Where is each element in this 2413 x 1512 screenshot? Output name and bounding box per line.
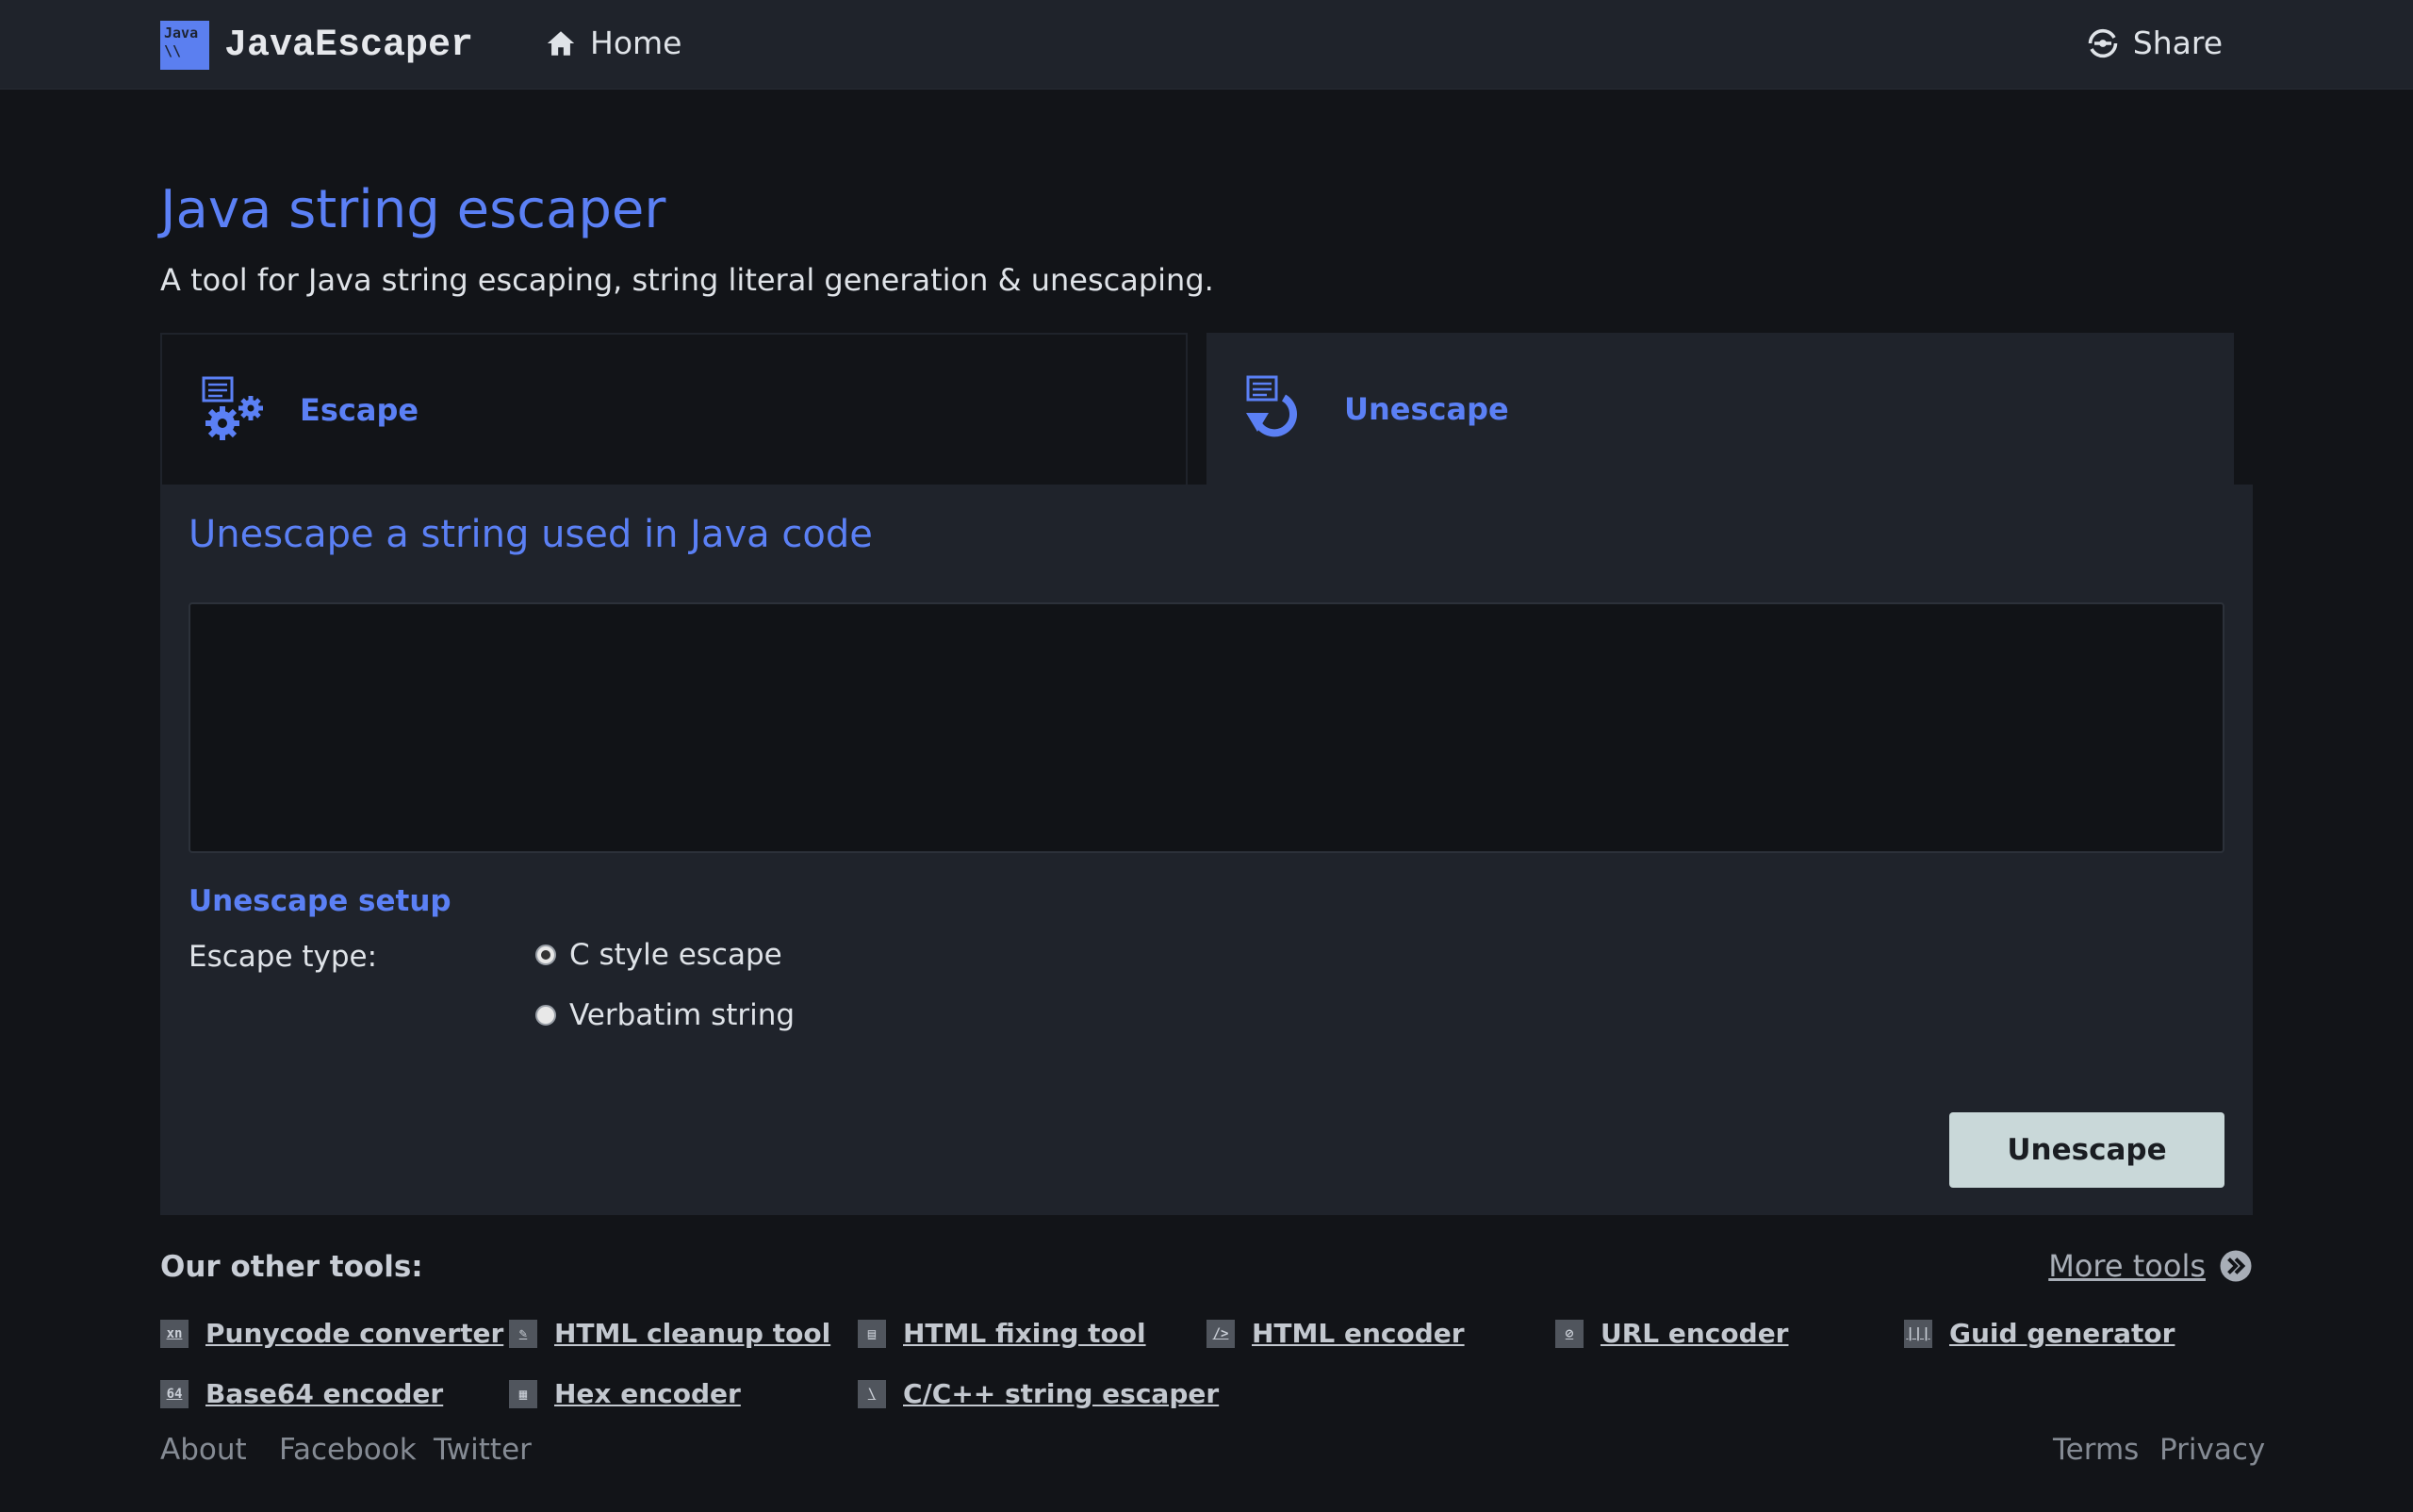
setup-heading: Unescape setup: [189, 884, 451, 918]
hex-encoder-icon: ▦: [509, 1379, 537, 1408]
tool-link-guid-generator[interactable]: ||| Guid generator: [1904, 1318, 2175, 1349]
tool-link-c-string-escaper[interactable]: \ C/C++ string escaper: [858, 1378, 1219, 1409]
double-chevron-right-icon: [2220, 1250, 2252, 1282]
html-encoder-icon: />: [1206, 1319, 1235, 1348]
url-encoder-icon: ⊘: [1555, 1319, 1584, 1348]
gears-document-icon: [202, 376, 263, 440]
footer-terms-link[interactable]: Terms: [2053, 1433, 2139, 1467]
tool-label: Punycode converter: [205, 1318, 504, 1349]
footer-privacy-link[interactable]: Privacy: [2159, 1433, 2265, 1467]
tab-unescape[interactable]: Unescape: [1206, 333, 2234, 485]
footer-about-link[interactable]: About: [160, 1433, 247, 1467]
brand-link[interactable]: Java \\ JavaEscaper: [160, 21, 473, 70]
tool-link-html-cleanup[interactable]: ✎ HTML cleanup tool: [509, 1318, 830, 1349]
more-tools-label: More tools: [2048, 1248, 2206, 1284]
tool-label: Guid generator: [1949, 1318, 2175, 1349]
nav-home-link[interactable]: Home: [545, 25, 681, 61]
home-icon: [547, 30, 575, 56]
share-button[interactable]: Share: [2086, 25, 2223, 61]
page-title: Java string escaper: [160, 179, 666, 240]
tab-escape[interactable]: Escape: [160, 333, 1188, 485]
tool-link-punycode[interactable]: xn Punycode converter: [160, 1318, 503, 1349]
brand-logo: Java \\: [160, 21, 209, 70]
tool-link-hex-encoder[interactable]: ▦ Hex encoder: [509, 1378, 741, 1409]
brand-name: JavaEscaper: [224, 24, 474, 67]
html-cleanup-icon: ✎: [509, 1319, 537, 1348]
html-fixing-icon: ▤: [858, 1319, 886, 1348]
share-icon: [2088, 28, 2118, 58]
barcode-icon: |||: [1904, 1319, 1932, 1348]
tool-link-html-fixing[interactable]: ▤ HTML fixing tool: [858, 1318, 1146, 1349]
tool-label: Hex encoder: [554, 1378, 741, 1409]
tool-label: HTML fixing tool: [903, 1318, 1146, 1349]
panel-heading: Unescape a string used in Java code: [189, 513, 873, 556]
tool-label: C/C++ string escaper: [903, 1378, 1220, 1409]
punycode-icon: xn: [160, 1319, 189, 1348]
footer-facebook-link[interactable]: Facebook: [279, 1433, 417, 1467]
tab-escape-label: Escape: [300, 391, 419, 428]
radio-button[interactable]: [535, 1005, 556, 1026]
page-subtitle: A tool for Java string escaping, string …: [160, 262, 1214, 298]
radio-button-checked[interactable]: [535, 945, 556, 965]
tool-link-html-encoder[interactable]: /> HTML encoder: [1206, 1318, 1465, 1349]
radio-c-style-escape[interactable]: C style escape: [535, 938, 782, 972]
document-undo-icon: [1246, 375, 1298, 436]
more-tools-link[interactable]: More tools: [2048, 1248, 2253, 1284]
tool-link-base64[interactable]: 64 Base64 encoder: [160, 1378, 443, 1409]
nav-home-label: Home: [590, 25, 682, 61]
radio-c-style-label: C style escape: [569, 938, 782, 972]
other-tools-title: Our other tools:: [160, 1250, 423, 1284]
unescape-panel: Unescape a string used in Java code Unes…: [160, 485, 2253, 1215]
logo-text-line1: Java: [164, 25, 199, 41]
radio-verbatim-string[interactable]: Verbatim string: [535, 998, 795, 1032]
input-textarea[interactable]: [189, 602, 2224, 853]
escape-type-label: Escape type:: [189, 940, 378, 974]
radio-verbatim-label: Verbatim string: [569, 998, 796, 1032]
base64-icon: 64: [160, 1379, 189, 1408]
tool-label: HTML encoder: [1252, 1318, 1465, 1349]
tool-link-url-encoder[interactable]: ⊘ URL encoder: [1555, 1318, 1789, 1349]
tool-label: HTML cleanup tool: [554, 1318, 831, 1349]
tool-label: Base64 encoder: [205, 1378, 444, 1409]
logo-text-line2: \\: [164, 42, 182, 59]
tool-label: URL encoder: [1600, 1318, 1789, 1349]
tab-unescape-label: Unescape: [1344, 390, 1509, 427]
share-label: Share: [2132, 25, 2223, 61]
footer-twitter-link[interactable]: Twitter: [434, 1433, 532, 1467]
top-navbar: Java \\ JavaEscaper Home Share: [0, 0, 2413, 90]
c-escaper-icon: \: [858, 1379, 886, 1408]
unescape-button[interactable]: Unescape: [1949, 1112, 2224, 1188]
